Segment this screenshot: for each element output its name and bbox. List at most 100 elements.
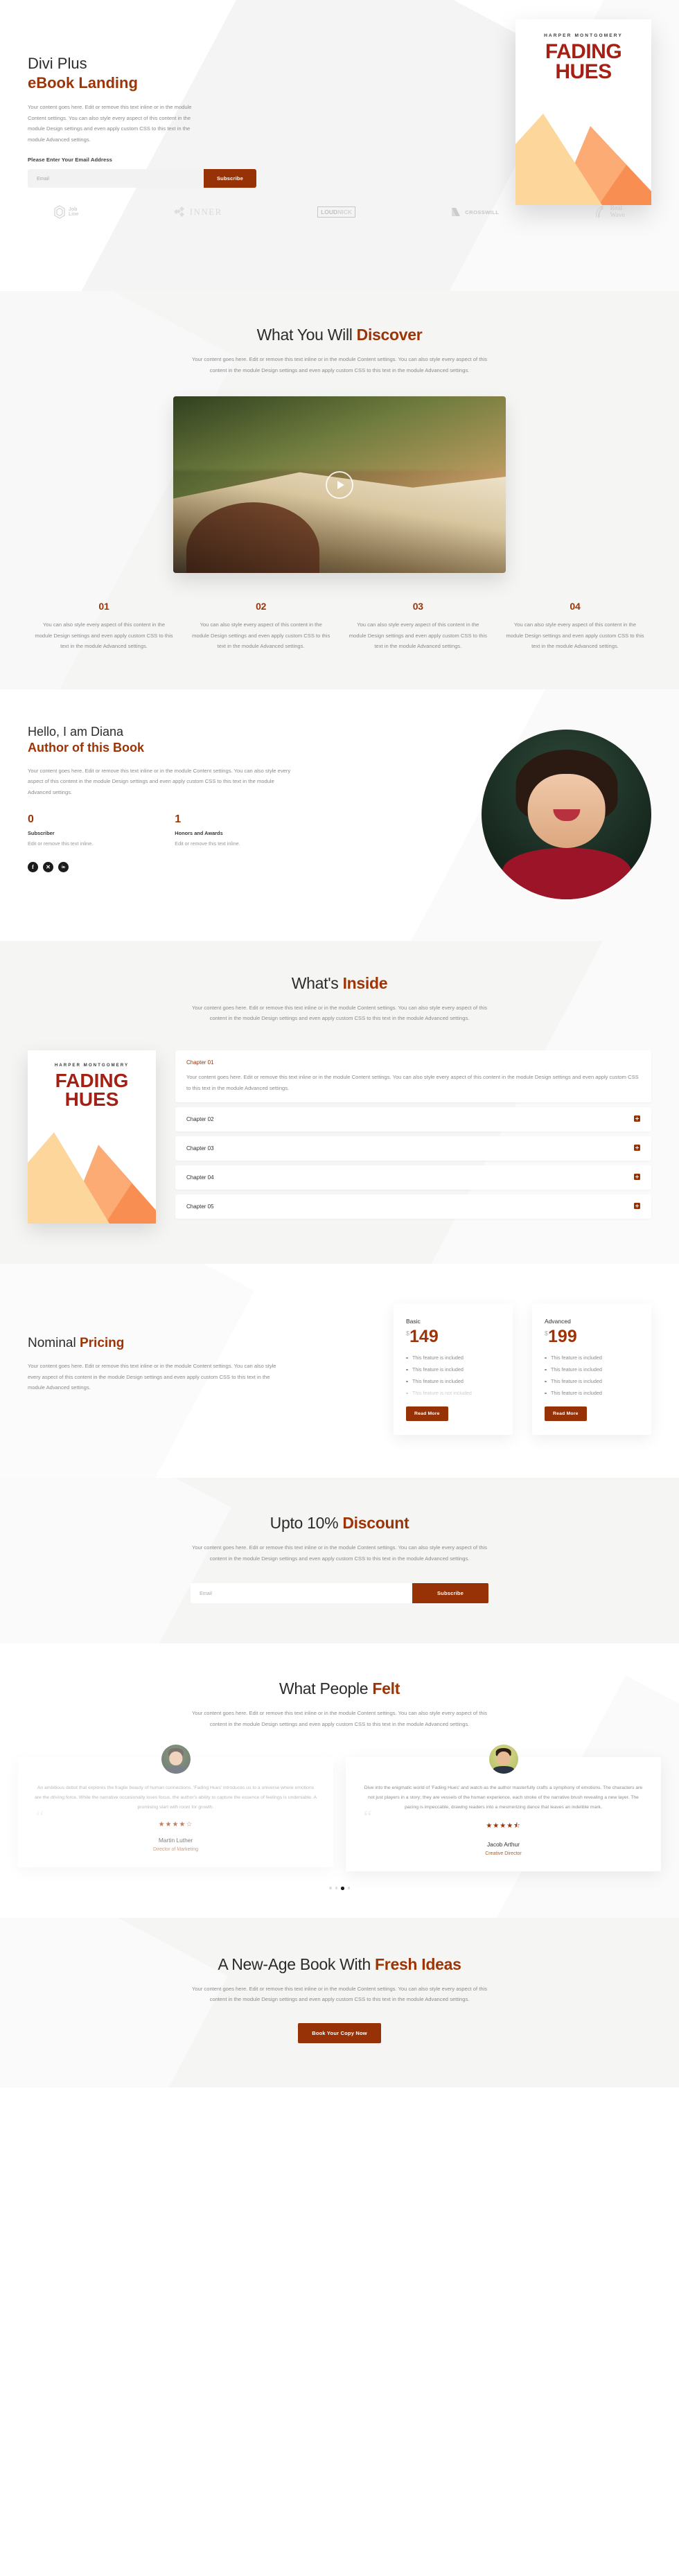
author-paragraph: Your content goes here. Edit or remove t… — [28, 767, 291, 795]
accordion-title: Chapter 03 — [186, 1145, 214, 1152]
accordion-title: Chapter 04 — [186, 1174, 214, 1181]
job-line-mark-icon — [54, 205, 65, 220]
discount-subtitle: Your content goes here. Edit or remove t… — [191, 1544, 488, 1562]
avatar-body — [502, 848, 631, 899]
plan-amount: 149 — [409, 1327, 439, 1347]
testimonial-card: “ Dive into the enigmatic world of 'Fadi… — [346, 1745, 661, 1872]
hero-subscribe-button[interactable]: Subscribe — [204, 169, 256, 188]
testimonial-author-role: Creative Director — [485, 1851, 522, 1857]
real-wave-swirl-icon — [595, 206, 603, 218]
cta-title: A New-Age Book With Fresh Ideas — [218, 1955, 461, 1973]
inner-diamond-icon — [173, 206, 184, 218]
carousel-dot-active[interactable] — [341, 1887, 344, 1890]
rating-stars: ★★★★⯪ — [486, 1822, 521, 1830]
hero-email-input[interactable] — [28, 169, 204, 188]
testimonials-title: What People Felt — [279, 1679, 400, 1698]
accordion-item-chapter-01[interactable]: Chapter 01 Your content goes here. Edit … — [175, 1050, 651, 1103]
discount-subscribe-form: Subscribe — [191, 1583, 488, 1604]
pricing-title: Nominal Pricing — [28, 1336, 125, 1351]
plus-icon[interactable] — [634, 1145, 640, 1152]
pricing-section: Nominal Pricing Your content goes here. … — [0, 1264, 679, 1479]
author-title-line1: Hello, I am Diana — [28, 724, 124, 739]
inside-section: What's Inside Your content goes here. Ed… — [0, 940, 679, 1264]
inside-title: What's Inside — [291, 973, 388, 992]
accordion-item-chapter-05[interactable]: Chapter 05 — [175, 1194, 651, 1219]
discover-feature-item: 01 You can also style every aspect of th… — [35, 601, 173, 652]
carousel-dot[interactable] — [335, 1887, 337, 1889]
accordion-title: Chapter 01 — [186, 1059, 214, 1066]
plan-name: Advanced — [545, 1318, 571, 1325]
plus-icon[interactable] — [634, 1203, 640, 1210]
feature-text: You can also style every aspect of this … — [192, 621, 330, 650]
cta-section: A New-Age Book With Fresh Ideas Your con… — [0, 1917, 679, 2088]
logo-real-wave: Real Wave — [594, 205, 625, 220]
mini-book-title-line1: FADING — [55, 1069, 129, 1091]
chapters-accordion: Chapter 01 Your content goes here. Edit … — [175, 1050, 651, 1224]
feature-number: 01 — [98, 601, 109, 612]
linkedin-icon[interactable]: in — [58, 862, 69, 873]
plan-price: $149 — [406, 1328, 500, 1346]
plan-read-more-button[interactable]: Read More — [545, 1406, 587, 1422]
feature-number: 02 — [256, 601, 267, 612]
logo-inner-text: INNER — [189, 206, 222, 218]
carousel-dot[interactable] — [347, 1887, 350, 1889]
plan-name: Basic — [406, 1318, 421, 1325]
logo-job-line: Job Line — [54, 205, 78, 220]
author-social-links: f ✕ in — [28, 862, 319, 873]
accordion-title: Chapter 02 — [186, 1116, 214, 1123]
author-stat-item: 1 Honors and Awards Edit or remove this … — [175, 814, 240, 847]
crosswill-mark-icon — [452, 208, 461, 217]
plan-feature: This feature is included — [545, 1366, 639, 1373]
logo-loudnick-light: NICK — [337, 209, 352, 216]
hero-form-label: Please Enter Your Email Address — [28, 157, 112, 164]
stat-sub: Edit or remove this text inline. — [28, 840, 94, 847]
book-mountain-graphic — [515, 114, 651, 205]
testimonial-author-role: Director of Marketing — [153, 1847, 198, 1853]
inside-book-cover: HARPER MONTGOMERY FADING HUES — [28, 1050, 156, 1224]
plan-feature: This feature is included — [406, 1366, 500, 1373]
logo-loudnick: LOUDNICK — [317, 206, 355, 218]
testimonial-text: Dive into the enigmatic world of 'Fading… — [364, 1785, 643, 1810]
discover-feature-item: 04 You can also style every aspect of th… — [506, 601, 644, 652]
author-avatar — [482, 729, 651, 899]
discover-video-player[interactable] — [173, 396, 506, 574]
logo-real-wave-text2: Wave — [610, 212, 625, 220]
logo-inner: INNER — [173, 206, 222, 218]
plan-read-more-button[interactable]: Read More — [406, 1406, 448, 1422]
x-twitter-icon[interactable]: ✕ — [43, 862, 53, 873]
feature-text: You can also style every aspect of this … — [35, 621, 173, 650]
feature-text: You can also style every aspect of this … — [349, 621, 487, 650]
testimonials-subtitle: Your content goes here. Edit or remove t… — [191, 1710, 488, 1727]
discover-section: What You Will Discover Your content goes… — [0, 291, 679, 689]
hero-title-line1: Divi Plus — [28, 55, 87, 72]
plus-icon[interactable] — [634, 1115, 640, 1122]
ebook-landing-page: Divi Plus eBook Landing Your content goe… — [0, 0, 679, 2088]
feature-number: 03 — [412, 601, 423, 612]
testimonial-avatar — [161, 1745, 191, 1774]
discount-email-input[interactable] — [191, 1583, 412, 1604]
cta-book-copy-button[interactable]: Book Your Copy Now — [298, 2022, 381, 2043]
cta-subtitle: Your content goes here. Edit or remove t… — [191, 1985, 488, 2003]
carousel-dot[interactable] — [329, 1887, 332, 1889]
play-icon[interactable] — [326, 470, 353, 499]
accordion-body: Your content goes here. Edit or remove t… — [186, 1073, 639, 1091]
accordion-item-chapter-02[interactable]: Chapter 02 — [175, 1107, 651, 1132]
discover-title: What You Will Discover — [256, 326, 423, 344]
stat-sub: Edit or remove this text inline. — [175, 840, 240, 847]
mini-book-mountain-graphic — [28, 1132, 156, 1224]
hero-book-cover: HARPER MONTGOMERY FADING HUES — [515, 19, 651, 205]
book-title-line1: FADING — [545, 40, 622, 63]
testimonials-carousel: “ An ambitious debut that explores the f… — [0, 1745, 679, 1872]
logo-crosswill: CROSSWILL — [450, 206, 499, 218]
plus-icon[interactable] — [634, 1174, 640, 1181]
plan-price: $199 — [545, 1328, 639, 1346]
video-background — [173, 396, 506, 471]
discount-subscribe-button[interactable]: Subscribe — [412, 1583, 488, 1604]
accordion-item-chapter-04[interactable]: Chapter 04 — [175, 1165, 651, 1190]
accordion-title: Chapter 05 — [186, 1203, 214, 1210]
plan-feature-list: This feature is included This feature is… — [545, 1355, 639, 1396]
accordion-item-chapter-03[interactable]: Chapter 03 — [175, 1136, 651, 1161]
pricing-plan-basic: Basic $149 This feature is included This… — [394, 1304, 513, 1436]
hero-section: Divi Plus eBook Landing Your content goe… — [0, 0, 679, 291]
facebook-icon[interactable]: f — [28, 862, 38, 873]
